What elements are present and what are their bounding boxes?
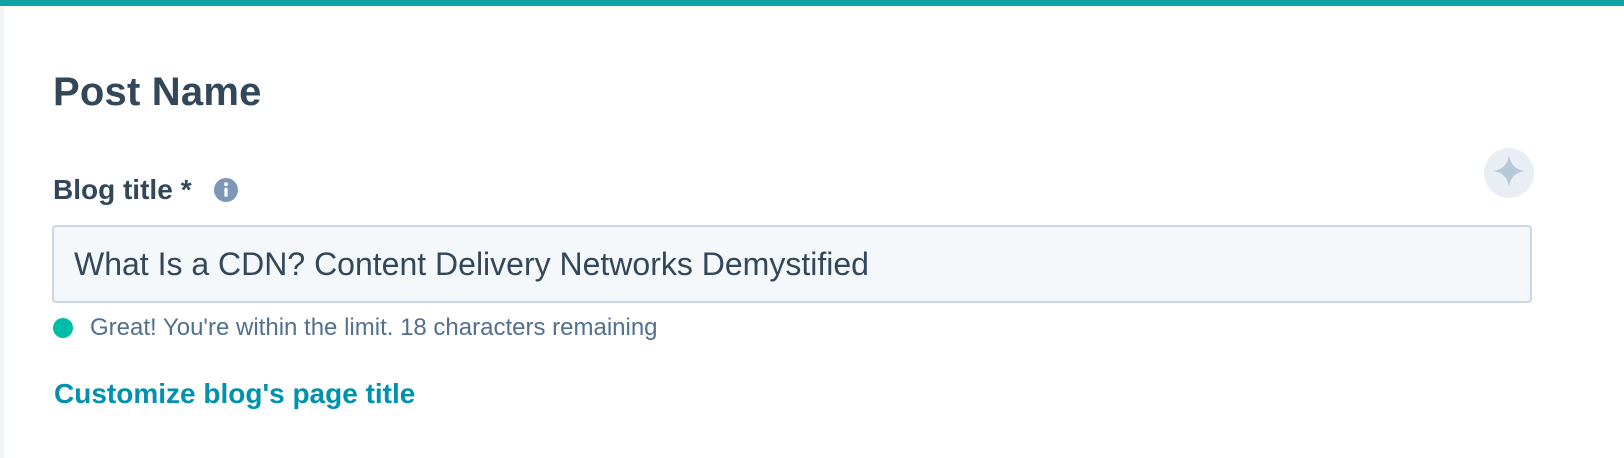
info-icon[interactable] xyxy=(213,177,239,203)
character-limit-message: Great! You're within the limit. 18 chara… xyxy=(90,314,658,341)
post-name-heading: Post Name xyxy=(53,70,262,114)
title-validation-message: Great! You're within the limit. 18 chara… xyxy=(53,314,658,342)
success-status-dot xyxy=(53,318,73,338)
required-field-marker: * xyxy=(180,174,192,205)
customize-page-title-link[interactable]: Customize blog's page title xyxy=(54,377,415,411)
blog-title-input[interactable] xyxy=(52,225,1532,303)
blog-title-label: Blog title xyxy=(53,174,173,205)
blog-title-label-row: Blog title * xyxy=(53,174,239,206)
ai-assist-button[interactable] xyxy=(1484,148,1534,198)
post-name-panel: Post Name Blog title * Great! You're wit… xyxy=(0,6,1624,458)
sparkle-icon xyxy=(1491,153,1527,194)
